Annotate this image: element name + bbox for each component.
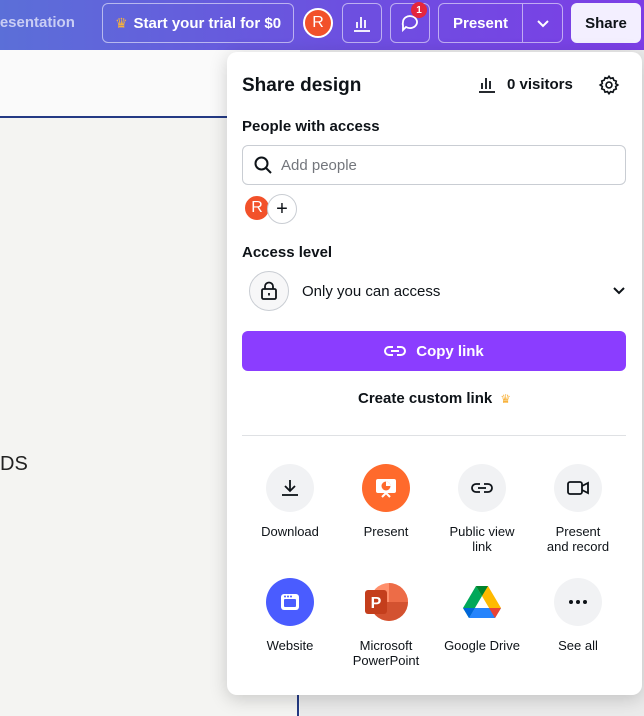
download-label: Download bbox=[261, 524, 319, 539]
google-drive-option[interactable]: Google Drive bbox=[434, 578, 530, 653]
bar-chart-icon bbox=[479, 78, 495, 93]
present-button[interactable]: Present bbox=[439, 4, 523, 42]
present-and-record-label: Present and record bbox=[546, 524, 610, 554]
public-view-link-option[interactable]: Public view link bbox=[434, 464, 530, 554]
chevron-down-icon bbox=[536, 20, 549, 28]
access-level-value: Only you can access bbox=[302, 282, 441, 300]
website-option[interactable]: Website bbox=[242, 578, 338, 653]
present-icon bbox=[362, 464, 410, 512]
document-title[interactable]: resentation bbox=[0, 14, 75, 31]
gear-icon bbox=[598, 74, 620, 96]
google-drive-icon bbox=[458, 578, 506, 626]
people-with-access-label: People with access bbox=[242, 118, 380, 135]
copy-link-button[interactable]: Copy link bbox=[242, 331, 626, 371]
crown-icon: ♛ bbox=[114, 14, 128, 31]
start-trial-button[interactable]: ♛ Start your trial for $0 bbox=[102, 3, 294, 43]
download-option[interactable]: Download bbox=[242, 464, 338, 539]
present-label: Present bbox=[363, 524, 409, 539]
chevron-down-icon bbox=[613, 287, 625, 295]
custom-link-label: Create custom link bbox=[358, 390, 493, 407]
see-all-option[interactable]: See all bbox=[530, 578, 626, 653]
present-option[interactable]: Present bbox=[338, 464, 434, 539]
present-options-button[interactable] bbox=[523, 4, 562, 42]
present-button-group: Present bbox=[438, 3, 563, 43]
website-icon bbox=[266, 578, 314, 626]
powerpoint-icon: P bbox=[362, 578, 410, 626]
visitors-count: 0 visitors bbox=[507, 75, 573, 93]
svg-text:P: P bbox=[371, 595, 382, 612]
add-member-button[interactable]: + bbox=[267, 194, 297, 224]
crown-icon: ♛ bbox=[500, 392, 511, 406]
link-icon bbox=[384, 346, 407, 356]
share-panel: Share design 0 visitors People with acce… bbox=[227, 52, 642, 695]
more-icon bbox=[554, 578, 602, 626]
present-and-record-option[interactable]: Present and record bbox=[530, 464, 626, 554]
panel-title: Share design bbox=[242, 75, 362, 96]
video-camera-icon bbox=[554, 464, 602, 512]
access-level-dropdown[interactable]: Only you can access bbox=[249, 271, 627, 311]
top-bar: resentation ♛ Start your trial for $0 R … bbox=[0, 0, 644, 50]
powerpoint-option[interactable]: P Microsoft PowerPoint bbox=[338, 578, 434, 668]
create-custom-link-button[interactable]: Create custom link ♛ bbox=[227, 390, 642, 407]
lock-icon bbox=[249, 271, 289, 311]
see-all-label: See all bbox=[558, 638, 598, 653]
access-level-label: Access level bbox=[242, 244, 333, 261]
link-icon bbox=[458, 464, 506, 512]
start-trial-label: Start your trial for $0 bbox=[133, 14, 282, 32]
bar-chart-icon bbox=[354, 17, 370, 32]
user-avatar[interactable]: R bbox=[303, 8, 333, 38]
search-icon bbox=[254, 156, 272, 174]
notification-badge: 1 bbox=[411, 2, 427, 18]
comments-button[interactable]: 1 bbox=[390, 2, 430, 43]
member-avatars: R + bbox=[243, 194, 297, 224]
copy-link-label: Copy link bbox=[416, 342, 484, 360]
plus-icon: + bbox=[276, 197, 288, 220]
analytics-button[interactable] bbox=[342, 3, 382, 43]
google-drive-label: Google Drive bbox=[444, 638, 520, 653]
settings-button[interactable] bbox=[598, 74, 620, 101]
public-view-link-label: Public view link bbox=[449, 524, 515, 554]
website-label: Website bbox=[266, 638, 314, 653]
canvas-text: DS bbox=[0, 453, 28, 475]
divider bbox=[242, 435, 626, 436]
add-people-input[interactable] bbox=[281, 156, 601, 174]
visitors-button[interactable]: 0 visitors bbox=[477, 74, 573, 94]
download-icon bbox=[266, 464, 314, 512]
share-button[interactable]: Share bbox=[571, 3, 641, 43]
powerpoint-label: Microsoft PowerPoint bbox=[352, 638, 420, 668]
add-people-field[interactable] bbox=[242, 145, 626, 185]
